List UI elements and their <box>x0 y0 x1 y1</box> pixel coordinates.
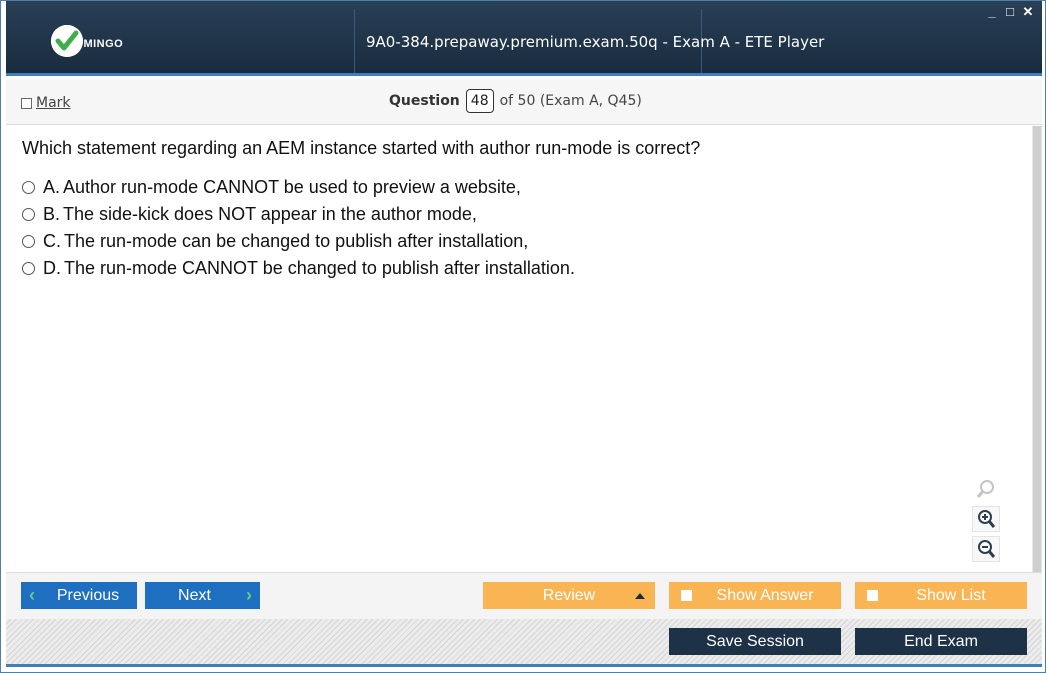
option-b-radio[interactable] <box>22 208 35 221</box>
option-a-text: Author run-mode CANNOT be used to previe… <box>63 177 521 197</box>
option-b-letter: B. <box>43 204 61 224</box>
save-session-button[interactable]: Save Session <box>669 628 841 655</box>
show-answer-button[interactable]: Show Answer <box>669 582 841 609</box>
search-icon[interactable] <box>972 476 1000 502</box>
previous-label: Previous <box>56 586 120 604</box>
option-c-radio[interactable] <box>22 235 35 248</box>
mark-label[interactable]: Mark <box>36 95 71 111</box>
answer-options: A. Author run-mode CANNOT be used to pre… <box>22 174 575 282</box>
option-d[interactable]: D. The run-mode CANNOT be changed to pub… <box>22 255 575 282</box>
show-list-checkbox[interactable] <box>867 590 878 601</box>
navigation-bar: ‹ Previous Next › Review Show Answer Sho… <box>6 572 1042 619</box>
scrollbar-thumb[interactable] <box>1033 126 1041 572</box>
zoom-in-icon[interactable] <box>972 506 1000 532</box>
content-scrollbar[interactable] <box>1032 126 1042 572</box>
review-button[interactable]: Review <box>483 582 655 609</box>
option-d-letter: D. <box>43 258 61 278</box>
title-divider-left <box>354 9 355 73</box>
previous-button[interactable]: ‹ Previous <box>21 582 137 609</box>
maximize-button[interactable]: □ <box>1004 5 1016 19</box>
window-controls: _ □ ✕ <box>986 5 1034 19</box>
mark-checkbox[interactable]: Mark <box>21 95 71 111</box>
end-exam-button[interactable]: End Exam <box>855 628 1027 655</box>
show-answer-checkbox[interactable] <box>681 590 692 601</box>
show-answer-label: Show Answer <box>716 586 814 604</box>
vumingo-logo: UMINGO <box>51 25 191 57</box>
title-bar: UMINGO 9A0-384.prepaway.premium.exam.50q… <box>6 1 1042 76</box>
next-label: Next <box>178 586 211 604</box>
option-a[interactable]: A. Author run-mode CANNOT be used to pre… <box>22 174 575 201</box>
show-list-button[interactable]: Show List <box>855 582 1027 609</box>
option-a-letter: A. <box>43 177 61 197</box>
zoom-controls <box>972 476 1002 566</box>
option-d-text: The run-mode CANNOT be changed to publis… <box>64 258 575 278</box>
footer-bar: Save Session End Exam <box>6 619 1042 667</box>
zoom-out-icon[interactable] <box>972 536 1000 562</box>
option-b-text: The side-kick does NOT appear in the aut… <box>63 204 477 224</box>
close-button[interactable]: ✕ <box>1022 5 1034 19</box>
option-b[interactable]: B. The side-kick does NOT appear in the … <box>22 201 575 228</box>
option-a-radio[interactable] <box>22 181 35 194</box>
option-d-radio[interactable] <box>22 262 35 275</box>
question-counter: Question 48 of 50 (Exam A, Q45) <box>389 89 642 113</box>
question-label: Question <box>389 93 460 109</box>
chevron-left-icon: ‹ <box>29 585 35 605</box>
option-c-letter: C. <box>43 231 61 251</box>
minimize-button[interactable]: _ <box>986 5 998 19</box>
question-text: Which statement regarding an AEM instanc… <box>22 138 701 158</box>
triangle-up-icon <box>635 593 645 599</box>
chevron-right-icon: › <box>246 585 252 605</box>
mark-checkbox-box[interactable] <box>21 97 32 109</box>
question-content: Which statement regarding an AEM instanc… <box>6 126 1032 572</box>
question-of-text: of 50 (Exam A, Q45) <box>499 93 642 109</box>
logo-text: UMINGO <box>75 38 124 50</box>
option-c-text: The run-mode can be changed to publish a… <box>64 231 529 251</box>
next-button[interactable]: Next › <box>145 582 260 609</box>
question-number-input[interactable]: 48 <box>465 89 494 113</box>
show-list-label: Show List <box>916 586 986 604</box>
review-label: Review <box>542 586 596 604</box>
window-title: 9A0-384.prepaway.premium.exam.50q - Exam… <box>366 33 825 51</box>
question-bar: Mark Question 48 of 50 (Exam A, Q45) <box>6 79 1042 125</box>
ete-player-window: UMINGO 9A0-384.prepaway.premium.exam.50q… <box>0 0 1046 673</box>
option-c[interactable]: C. The run-mode can be changed to publis… <box>22 228 575 255</box>
